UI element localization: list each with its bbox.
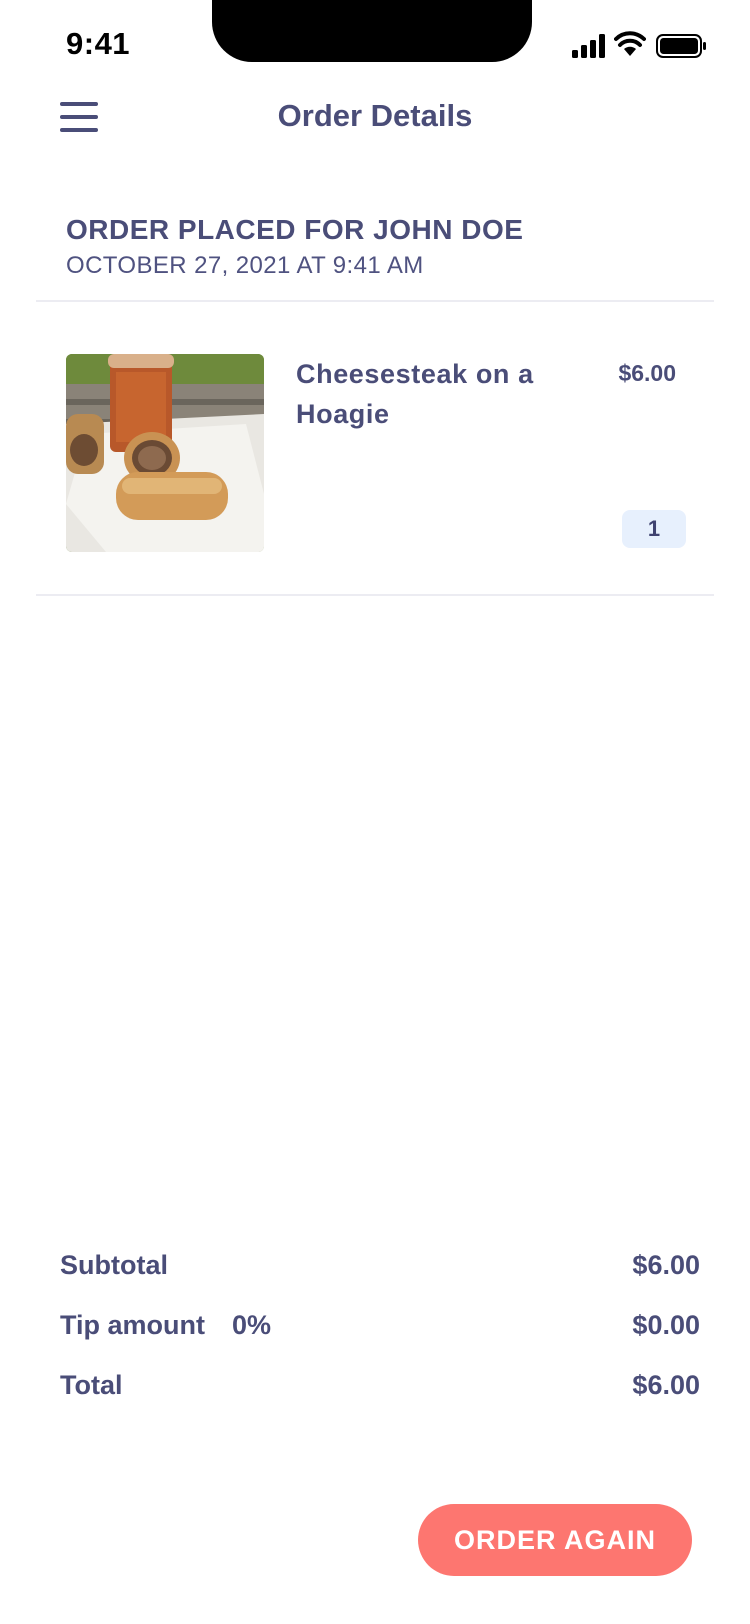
item-photo	[66, 354, 264, 552]
subtotal-row: Subtotal $6.00	[60, 1250, 700, 1310]
tip-value: $0.00	[632, 1310, 700, 1340]
device-notch	[212, 0, 532, 62]
order-date: OCTOBER 27, 2021 AT 9:41 AM	[66, 252, 424, 279]
order-again-button[interactable]: ORDER AGAIN	[418, 1504, 692, 1576]
app-header: Order Details	[0, 88, 750, 178]
divider	[36, 300, 714, 302]
tip-row: Tip amount 0% $0.00	[60, 1310, 700, 1370]
divider	[36, 594, 714, 596]
order-totals: Subtotal $6.00 Tip amount 0% $0.00 Total…	[60, 1250, 700, 1430]
page-title: Order Details	[277, 98, 473, 133]
order-recipient-heading: ORDER PLACED FOR JOHN DOE	[66, 214, 524, 245]
total-label: Total	[60, 1370, 123, 1400]
tip-label: Tip amount	[60, 1310, 205, 1340]
total-row: Total $6.00	[60, 1370, 700, 1430]
total-value: $6.00	[632, 1370, 700, 1400]
tip-percent: 0%	[232, 1310, 272, 1340]
item-name: Cheesesteak on a Hoagie	[296, 359, 534, 429]
cellular-signal-icon	[572, 34, 605, 58]
battery-icon	[656, 34, 706, 58]
status-bar: 9:41	[0, 0, 750, 88]
status-time: 9:41	[66, 26, 131, 61]
order-item: Cheesesteak on a Hoagie $6.00 1	[0, 312, 750, 594]
quantity-badge: 1	[622, 510, 686, 548]
item-price: $6.00	[618, 360, 676, 386]
subtotal-label: Subtotal	[60, 1250, 168, 1280]
wifi-icon	[614, 31, 646, 56]
subtotal-value: $6.00	[632, 1250, 700, 1280]
